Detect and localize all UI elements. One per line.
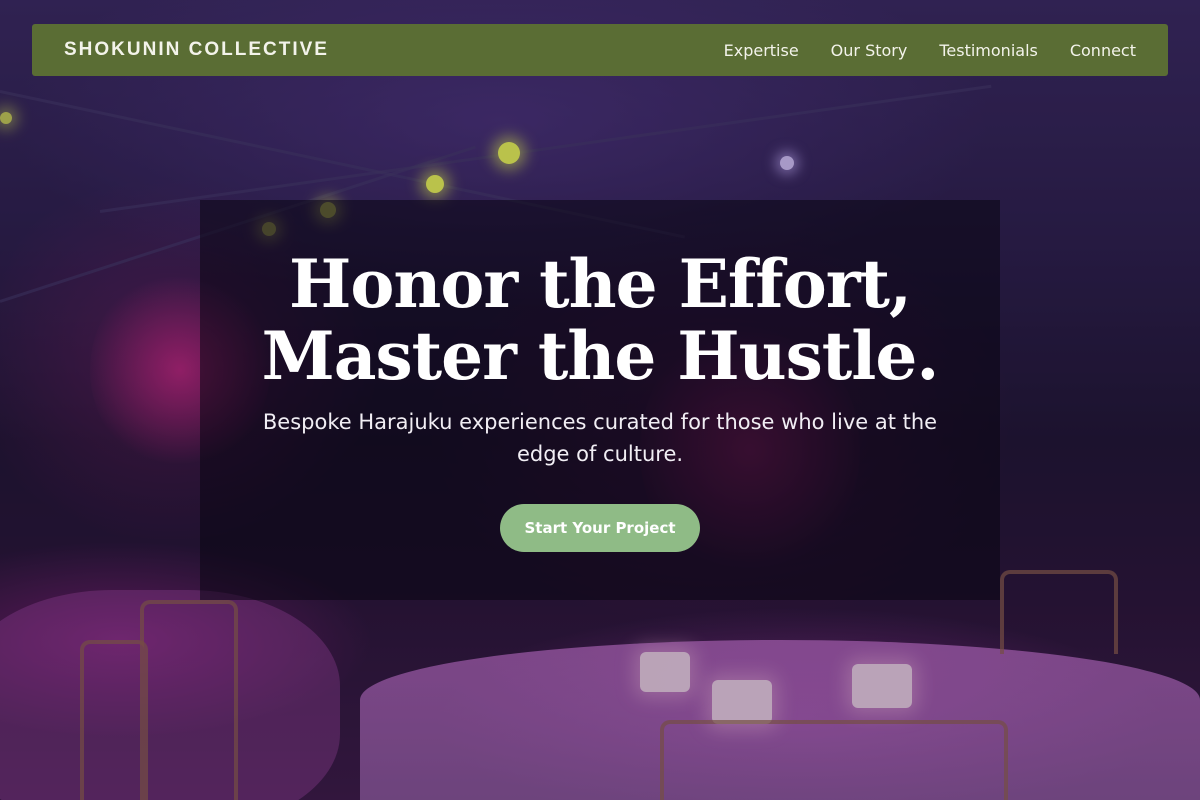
nav-link-connect[interactable]: Connect (1070, 41, 1136, 60)
top-navbar: SHOKUNIN COLLECTIVE Expertise Our Story … (32, 24, 1168, 76)
nav-link-expertise[interactable]: Expertise (724, 41, 799, 60)
hero-subtitle: Bespoke Harajuku experiences curated for… (262, 410, 938, 466)
nav-link-testimonials[interactable]: Testimonials (939, 41, 1038, 60)
start-project-button[interactable]: Start Your Project (500, 504, 700, 552)
hero-title-line-2: Master the Hustle. (261, 317, 940, 395)
nav-links: Expertise Our Story Testimonials Connect (724, 41, 1136, 60)
nav-link-our-story[interactable]: Our Story (831, 41, 908, 60)
brand-logo-text[interactable]: SHOKUNIN COLLECTIVE (64, 39, 329, 61)
hero-title: Honor the Effort, Master the Hustle. (200, 248, 1000, 392)
hero-title-line-1: Honor the Effort, (289, 245, 912, 323)
